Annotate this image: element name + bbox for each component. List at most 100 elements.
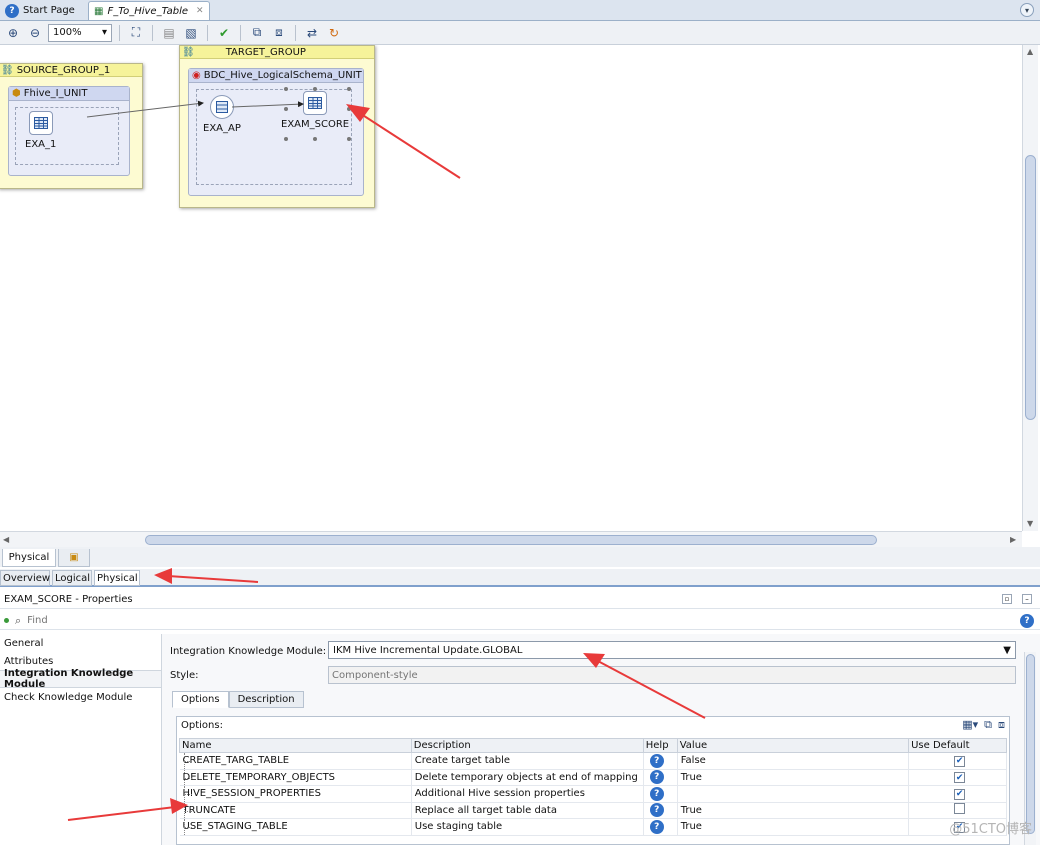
- restore-icon[interactable]: ▫: [1002, 594, 1012, 604]
- tab-add-physical-design[interactable]: ▣: [58, 549, 90, 567]
- canvas-vertical-scrollbar[interactable]: ▲ ▼: [1022, 45, 1038, 531]
- option-description: Use staging table: [411, 818, 644, 836]
- options-table: Name Description Help Value Use Default …: [179, 738, 1007, 836]
- tab-list-dropdown[interactable]: ▾: [1020, 3, 1034, 17]
- nav-general[interactable]: General: [0, 634, 161, 652]
- options-subtabs: Options Description: [172, 691, 304, 708]
- help-icon[interactable]: ?: [649, 786, 664, 801]
- nav-attributes-label: Attributes: [4, 655, 54, 667]
- nav-ckm-label: Check Knowledge Module: [4, 691, 133, 703]
- zoom-select[interactable]: 100% ▾: [48, 23, 112, 42]
- help-icon: ?: [5, 3, 19, 18]
- table-row[interactable]: HIVE_SESSION_PROPERTIES Additional Hive …: [179, 785, 1007, 803]
- scroll-thumb[interactable]: [145, 535, 877, 545]
- use-default-checkbox[interactable]: ✔: [954, 788, 966, 800]
- column-header-description[interactable]: Description: [410, 738, 644, 753]
- tab-physical-diagram[interactable]: Physical: [2, 549, 56, 567]
- option-help-cell: ?: [643, 802, 678, 819]
- style-label: Style:: [170, 669, 199, 681]
- scroll-down-icon[interactable]: ▼: [1027, 519, 1033, 528]
- scroll-thumb[interactable]: [1025, 155, 1036, 420]
- nav-ikm-label: Integration Knowledge Module: [4, 668, 134, 690]
- tab-options[interactable]: Options: [172, 691, 229, 708]
- column-header-value[interactable]: Value: [676, 738, 910, 753]
- properties-vertical-scrollbar[interactable]: [1024, 652, 1036, 845]
- table-row[interactable]: CREATE_TARG_TABLE Create target table ? …: [179, 752, 1007, 770]
- table-view-icon[interactable]: ▦▾: [962, 718, 978, 732]
- options-label: Options:: [181, 720, 223, 731]
- expand-all-icon[interactable]: ⧉: [248, 24, 266, 42]
- canvas-horizontal-scrollbar[interactable]: ◀ ▶: [0, 531, 1022, 547]
- options-panel: Options: ▦▾ ⧉ ⧈ Name Description Help Va…: [176, 716, 1010, 845]
- refresh-icon[interactable]: ↻: [325, 24, 343, 42]
- toolbar-separator: [295, 24, 296, 41]
- scroll-right-icon[interactable]: ▶: [1010, 535, 1016, 544]
- connector-lines: [86, 100, 304, 118]
- tab-description[interactable]: Description: [228, 691, 304, 708]
- option-description: Replace all target table data: [411, 802, 644, 819]
- tab-physical[interactable]: Physical: [94, 570, 140, 586]
- close-icon[interactable]: ✕: [196, 6, 204, 16]
- use-default-checkbox[interactable]: ✔: [954, 772, 966, 783]
- watermark: @51CTO博客: [949, 822, 1032, 837]
- option-use-default-cell: [908, 802, 1007, 819]
- style-input[interactable]: [328, 666, 1016, 684]
- option-help-cell: ?: [643, 818, 678, 836]
- option-help-cell: ?: [643, 769, 678, 786]
- scroll-left-icon[interactable]: ◀: [3, 535, 9, 544]
- option-description: Additional Hive session properties: [411, 785, 644, 803]
- zoom-out-icon[interactable]: ⊖: [26, 24, 44, 42]
- collapse-icon[interactable]: ⧈: [998, 718, 1005, 732]
- tab-overview[interactable]: Overview: [0, 570, 50, 586]
- table-row[interactable]: TRUNCATE Replace all target table data ?…: [179, 802, 1007, 819]
- deploy-icon[interactable]: ⇄: [303, 24, 321, 42]
- find-input[interactable]: [27, 612, 1008, 629]
- layout-icon[interactable]: ▤: [160, 24, 178, 42]
- help-icon[interactable]: ?: [1020, 614, 1034, 628]
- use-default-checkbox[interactable]: [954, 803, 966, 815]
- tab-logical[interactable]: Logical: [52, 570, 92, 586]
- table-row[interactable]: DELETE_TEMPORARY_OBJECTS Delete temporar…: [179, 769, 1007, 786]
- column-header-help[interactable]: Help: [642, 738, 678, 753]
- chevron-down-icon: ▾: [101, 27, 107, 38]
- help-icon[interactable]: ?: [649, 753, 664, 768]
- option-value[interactable]: True: [677, 769, 910, 786]
- tab-start-page[interactable]: ? Start Page: [0, 1, 86, 20]
- help-icon[interactable]: ?: [649, 770, 664, 785]
- tab-physical-diagram-label: Physical: [8, 552, 50, 563]
- fit-to-window-icon[interactable]: ⛶: [127, 24, 145, 42]
- tab-start-page-label: Start Page: [23, 5, 75, 16]
- scroll-thumb[interactable]: [1026, 654, 1035, 834]
- help-icon[interactable]: ?: [649, 819, 664, 834]
- option-value[interactable]: True: [677, 818, 910, 836]
- option-value[interactable]: False: [677, 752, 910, 770]
- properties-content: Integration Knowledge Module: IKM Hive I…: [162, 634, 1040, 845]
- scroll-up-icon[interactable]: ▲: [1027, 47, 1033, 56]
- option-value[interactable]: [677, 785, 910, 803]
- tab-overview-label: Overview: [3, 572, 51, 584]
- table-row[interactable]: USE_STAGING_TABLE Use staging table ? Tr…: [179, 818, 1007, 836]
- properties-nav: General Attributes Integration Knowledge…: [0, 634, 162, 845]
- mapping-icon: ▦: [94, 5, 104, 17]
- option-value[interactable]: True: [677, 802, 910, 819]
- expand-icon[interactable]: ⧉: [984, 718, 992, 732]
- ikm-select[interactable]: IKM Hive Incremental Update.GLOBAL ▼: [328, 641, 1016, 659]
- help-icon[interactable]: ?: [649, 803, 664, 818]
- auto-layout-icon[interactable]: ▧: [182, 24, 200, 42]
- use-default-checkbox[interactable]: ✔: [954, 755, 966, 767]
- zoom-in-icon[interactable]: ⊕: [4, 24, 22, 42]
- validate-check-icon[interactable]: ✔: [215, 24, 233, 42]
- zoom-value: 100%: [53, 27, 82, 38]
- option-help-cell: ?: [643, 752, 678, 770]
- minimize-icon[interactable]: –: [1022, 594, 1032, 604]
- column-header-use-default[interactable]: Use Default: [908, 738, 1007, 753]
- nav-check-knowledge-module[interactable]: Check Knowledge Module: [0, 688, 161, 706]
- option-use-default-cell: ✔: [908, 769, 1007, 786]
- editor-tab-strip: ? Start Page ▦ F_To_Hive_Table ✕ ▾: [0, 0, 1040, 21]
- tab-mapping[interactable]: ▦ F_To_Hive_Table ✕: [88, 1, 210, 20]
- collapse-all-icon[interactable]: ⧈: [270, 24, 288, 42]
- mapping-canvas[interactable]: ⛓ SOURCE_GROUP_1 ⬢ Fhive_I_UNIT EXA_1 ⛓ …: [0, 45, 1022, 531]
- nav-integration-knowledge-module[interactable]: Integration Knowledge Module: [0, 668, 161, 690]
- toolbar-separator: [207, 24, 208, 41]
- column-header-name[interactable]: Name: [179, 738, 412, 753]
